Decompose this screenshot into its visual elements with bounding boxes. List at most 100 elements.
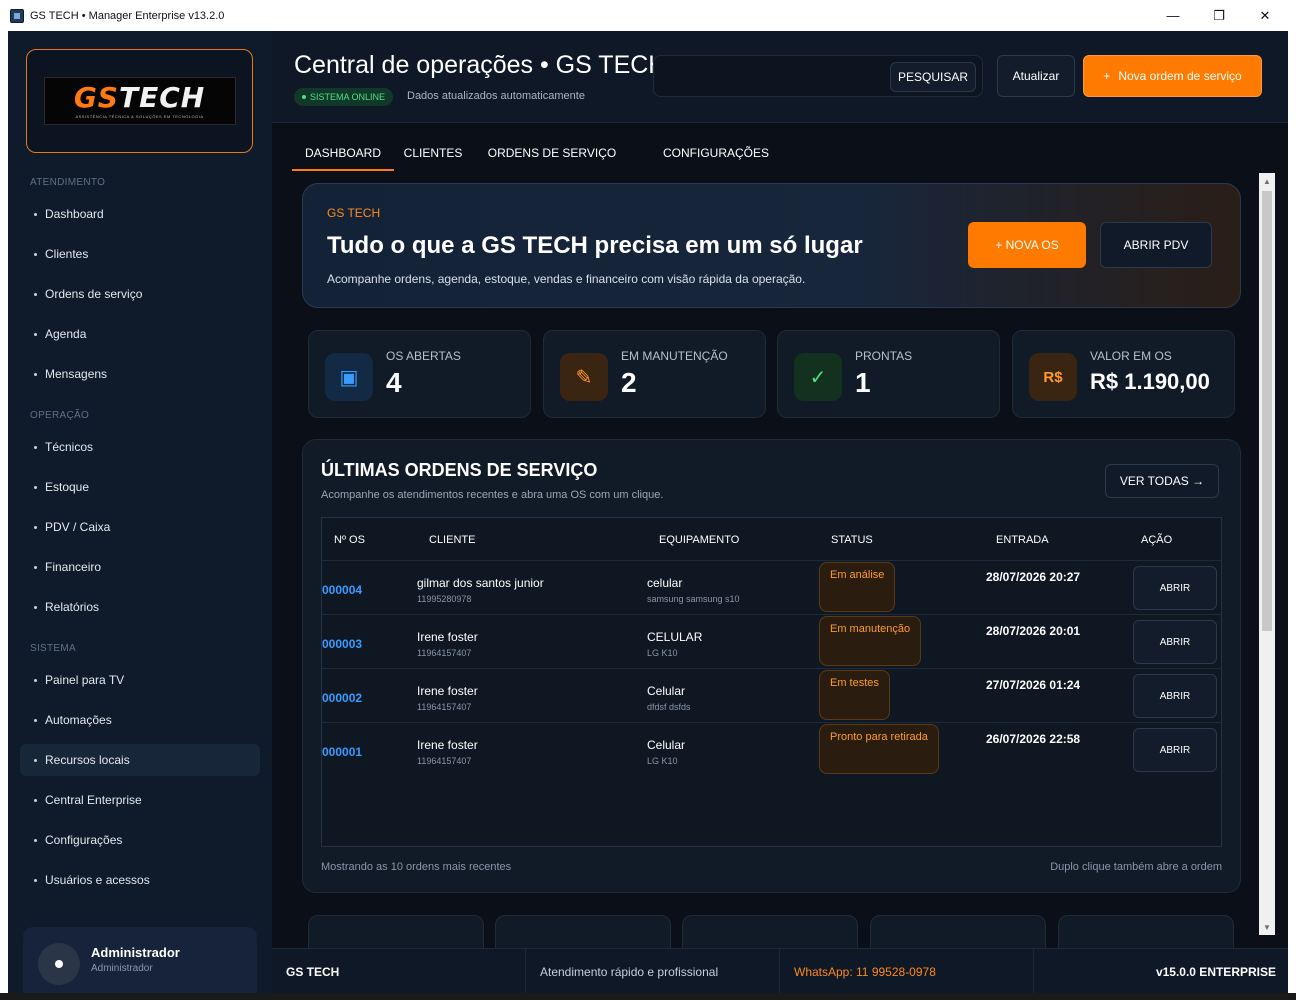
tab-dashboard[interactable]: DASHBOARD <box>292 139 394 171</box>
open-order-button[interactable]: ABRIR <box>1133 566 1217 610</box>
status-badge: Em manutenção <box>819 616 922 666</box>
open-order-button[interactable]: ABRIR <box>1133 620 1217 664</box>
bullet-icon <box>34 678 37 682</box>
scroll-down-icon[interactable]: ▼ <box>1259 919 1275 935</box>
table-row[interactable]: 000001 Irene foster 11964157407 Celular LG K… <box>322 722 1221 776</box>
view-all-button[interactable]: VER TODAS → <box>1105 464 1219 498</box>
scrollbar-thumb[interactable] <box>1262 191 1272 631</box>
tab-clientes[interactable]: CLIENTES <box>404 139 463 171</box>
bullet-icon <box>34 838 37 842</box>
sidebar-item-3[interactable]: Agenda <box>20 318 260 350</box>
sidebar-item-label: Automações <box>45 713 112 727</box>
sidebar-section-label: OPERAÇÃO <box>30 410 90 421</box>
table-row[interactable]: 000003 Irene foster 11964157407 CELULAR LG K… <box>322 614 1221 668</box>
column-header: CLIENTE <box>429 534 476 546</box>
table-header: Nº OS CLIENTE EQUIPAMENTO STATUS ENTRADA… <box>322 518 1221 560</box>
sidebar-section-label: ATENDIMENTO <box>30 177 106 188</box>
sidebar-item-3[interactable]: Financeiro <box>20 551 260 583</box>
stat-value: 2 <box>621 367 637 398</box>
client-phone: 11964157407 <box>417 648 472 658</box>
order-id-link[interactable]: 000004 <box>322 583 362 597</box>
new-order-button[interactable]: + Nova ordem de serviço <box>1083 55 1262 97</box>
maximize-button[interactable]: ❐ <box>1196 0 1242 31</box>
refresh-button[interactable]: Atualizar <box>997 55 1075 97</box>
sidebar-item-2[interactable]: PDV / Caixa <box>20 511 260 543</box>
sidebar-item-label: Recursos locais <box>45 753 130 767</box>
bullet-icon <box>34 252 37 256</box>
equipment-name: CELULAR <box>647 630 703 644</box>
open-order-button[interactable]: ABRIR <box>1133 674 1217 718</box>
sidebar-item-1[interactable]: Estoque <box>20 471 260 503</box>
logo-wordmark: GSTECH <box>73 80 206 114</box>
bullet-icon <box>34 758 37 762</box>
order-id-link[interactable]: 000001 <box>322 745 362 759</box>
pencil-icon: ✎ <box>560 353 608 401</box>
order-id-link[interactable]: 000003 <box>322 637 362 651</box>
scroll-up-icon[interactable]: ▲ <box>1259 173 1275 189</box>
tab-configuracoes[interactable]: CONFIGURAÇÕES <box>656 139 776 171</box>
window-titlebar: GS TECH • Manager Enterprise v13.2.0 — ❐… <box>0 0 1296 31</box>
order-id-link[interactable]: 000002 <box>322 691 362 705</box>
bullet-icon <box>34 372 37 376</box>
bullet-icon <box>34 525 37 529</box>
bullet-icon <box>34 212 37 216</box>
updated-text: Dados atualizados automaticamente <box>407 90 585 102</box>
hero-title: Tudo o que a GS TECH precisa em um só lu… <box>327 232 863 259</box>
sidebar-item-4[interactable]: Configurações <box>20 824 260 856</box>
user-profile[interactable]: Administrador Administrador <box>23 927 257 993</box>
status-badge: Em testes <box>819 670 890 720</box>
equipment-model: LG K10 <box>647 756 678 766</box>
window-title: GS TECH • Manager Enterprise v13.2.0 <box>30 9 225 22</box>
board-icon: ▣ <box>325 353 373 401</box>
user-name: Administrador <box>91 945 180 960</box>
close-button[interactable]: ✕ <box>1242 0 1288 31</box>
bullet-icon <box>34 485 37 489</box>
open-order-button[interactable]: ABRIR <box>1133 728 1217 772</box>
sidebar-item-0[interactable]: Dashboard <box>20 198 260 230</box>
header: Central de operações • GS TECH SISTEMA O… <box>272 31 1288 123</box>
sidebar-item-4[interactable]: Mensagens <box>20 358 260 390</box>
tab-ordens[interactable]: ORDENS DE SERVIÇO <box>482 139 622 171</box>
sidebar-item-label: Usuários e acessos <box>45 873 150 887</box>
sidebar-item-label: Configurações <box>45 833 123 847</box>
sidebar-item-0[interactable]: Técnicos <box>20 431 260 463</box>
search-button[interactable]: PESQUISAR <box>890 62 976 92</box>
column-header: EQUIPAMENTO <box>659 534 740 546</box>
content-scrollbar[interactable]: ▲ ▼ <box>1259 173 1275 935</box>
sidebar-item-2[interactable]: Recursos locais <box>20 744 260 776</box>
client-phone: 11964157407 <box>417 702 472 712</box>
column-header: STATUS <box>831 534 873 546</box>
new-os-button[interactable]: + NOVA OS <box>968 222 1086 268</box>
orders-title: ÚLTIMAS ORDENS DE SERVIÇO <box>321 460 598 480</box>
status-badge: Pronto para retirada <box>819 724 939 774</box>
stat-value: 4 <box>386 367 402 398</box>
sidebar-item-2[interactable]: Ordens de serviço <box>20 278 260 310</box>
hero-subtitle: Acompanhe ordens, agenda, estoque, venda… <box>327 272 806 286</box>
sidebar-item-4[interactable]: Relatórios <box>20 591 260 623</box>
bullet-icon <box>34 798 37 802</box>
stat-card: R$ VALOR EM OS R$ 1.190,00 <box>1012 330 1235 418</box>
minimize-button[interactable]: — <box>1150 0 1196 31</box>
bullet-icon <box>34 878 37 882</box>
sidebar-item-1[interactable]: Automações <box>20 704 260 736</box>
table-row[interactable]: 000004 gilmar dos santos junior 1199528097… <box>322 560 1221 614</box>
sidebar-item-0[interactable]: Painel para TV <box>20 664 260 696</box>
client-name: Irene foster <box>417 738 478 752</box>
sidebar-item-3[interactable]: Central Enterprise <box>20 784 260 816</box>
stat-value: R$ 1.190,00 <box>1090 369 1210 394</box>
bullet-icon <box>34 332 37 336</box>
search-input[interactable] <box>664 64 884 88</box>
sidebar-item-1[interactable]: Clientes <box>20 238 260 270</box>
sidebar-item-label: Agenda <box>45 327 87 341</box>
table-row[interactable]: 000002 Irene foster 11964157407 Celular dfds… <box>322 668 1221 722</box>
equipment-name: celular <box>647 576 683 590</box>
check-icon: ✓ <box>794 353 842 401</box>
sidebar-item-label: PDV / Caixa <box>45 520 111 534</box>
sidebar-item-label: Clientes <box>45 247 89 261</box>
open-pdv-button[interactable]: ABRIR PDV <box>1100 222 1212 268</box>
sidebar-item-5[interactable]: Usuários e acessos <box>20 864 260 896</box>
status-footer: GS TECH Atendimento rápido e profissiona… <box>272 948 1288 993</box>
window-controls: — ❐ ✕ <box>1150 0 1288 31</box>
stat-label: VALOR EM OS <box>1090 349 1172 363</box>
app-window: GSTECH ASSISTÊNCIA TÉCNICA & SOLUÇÕES EM… <box>8 31 1288 993</box>
